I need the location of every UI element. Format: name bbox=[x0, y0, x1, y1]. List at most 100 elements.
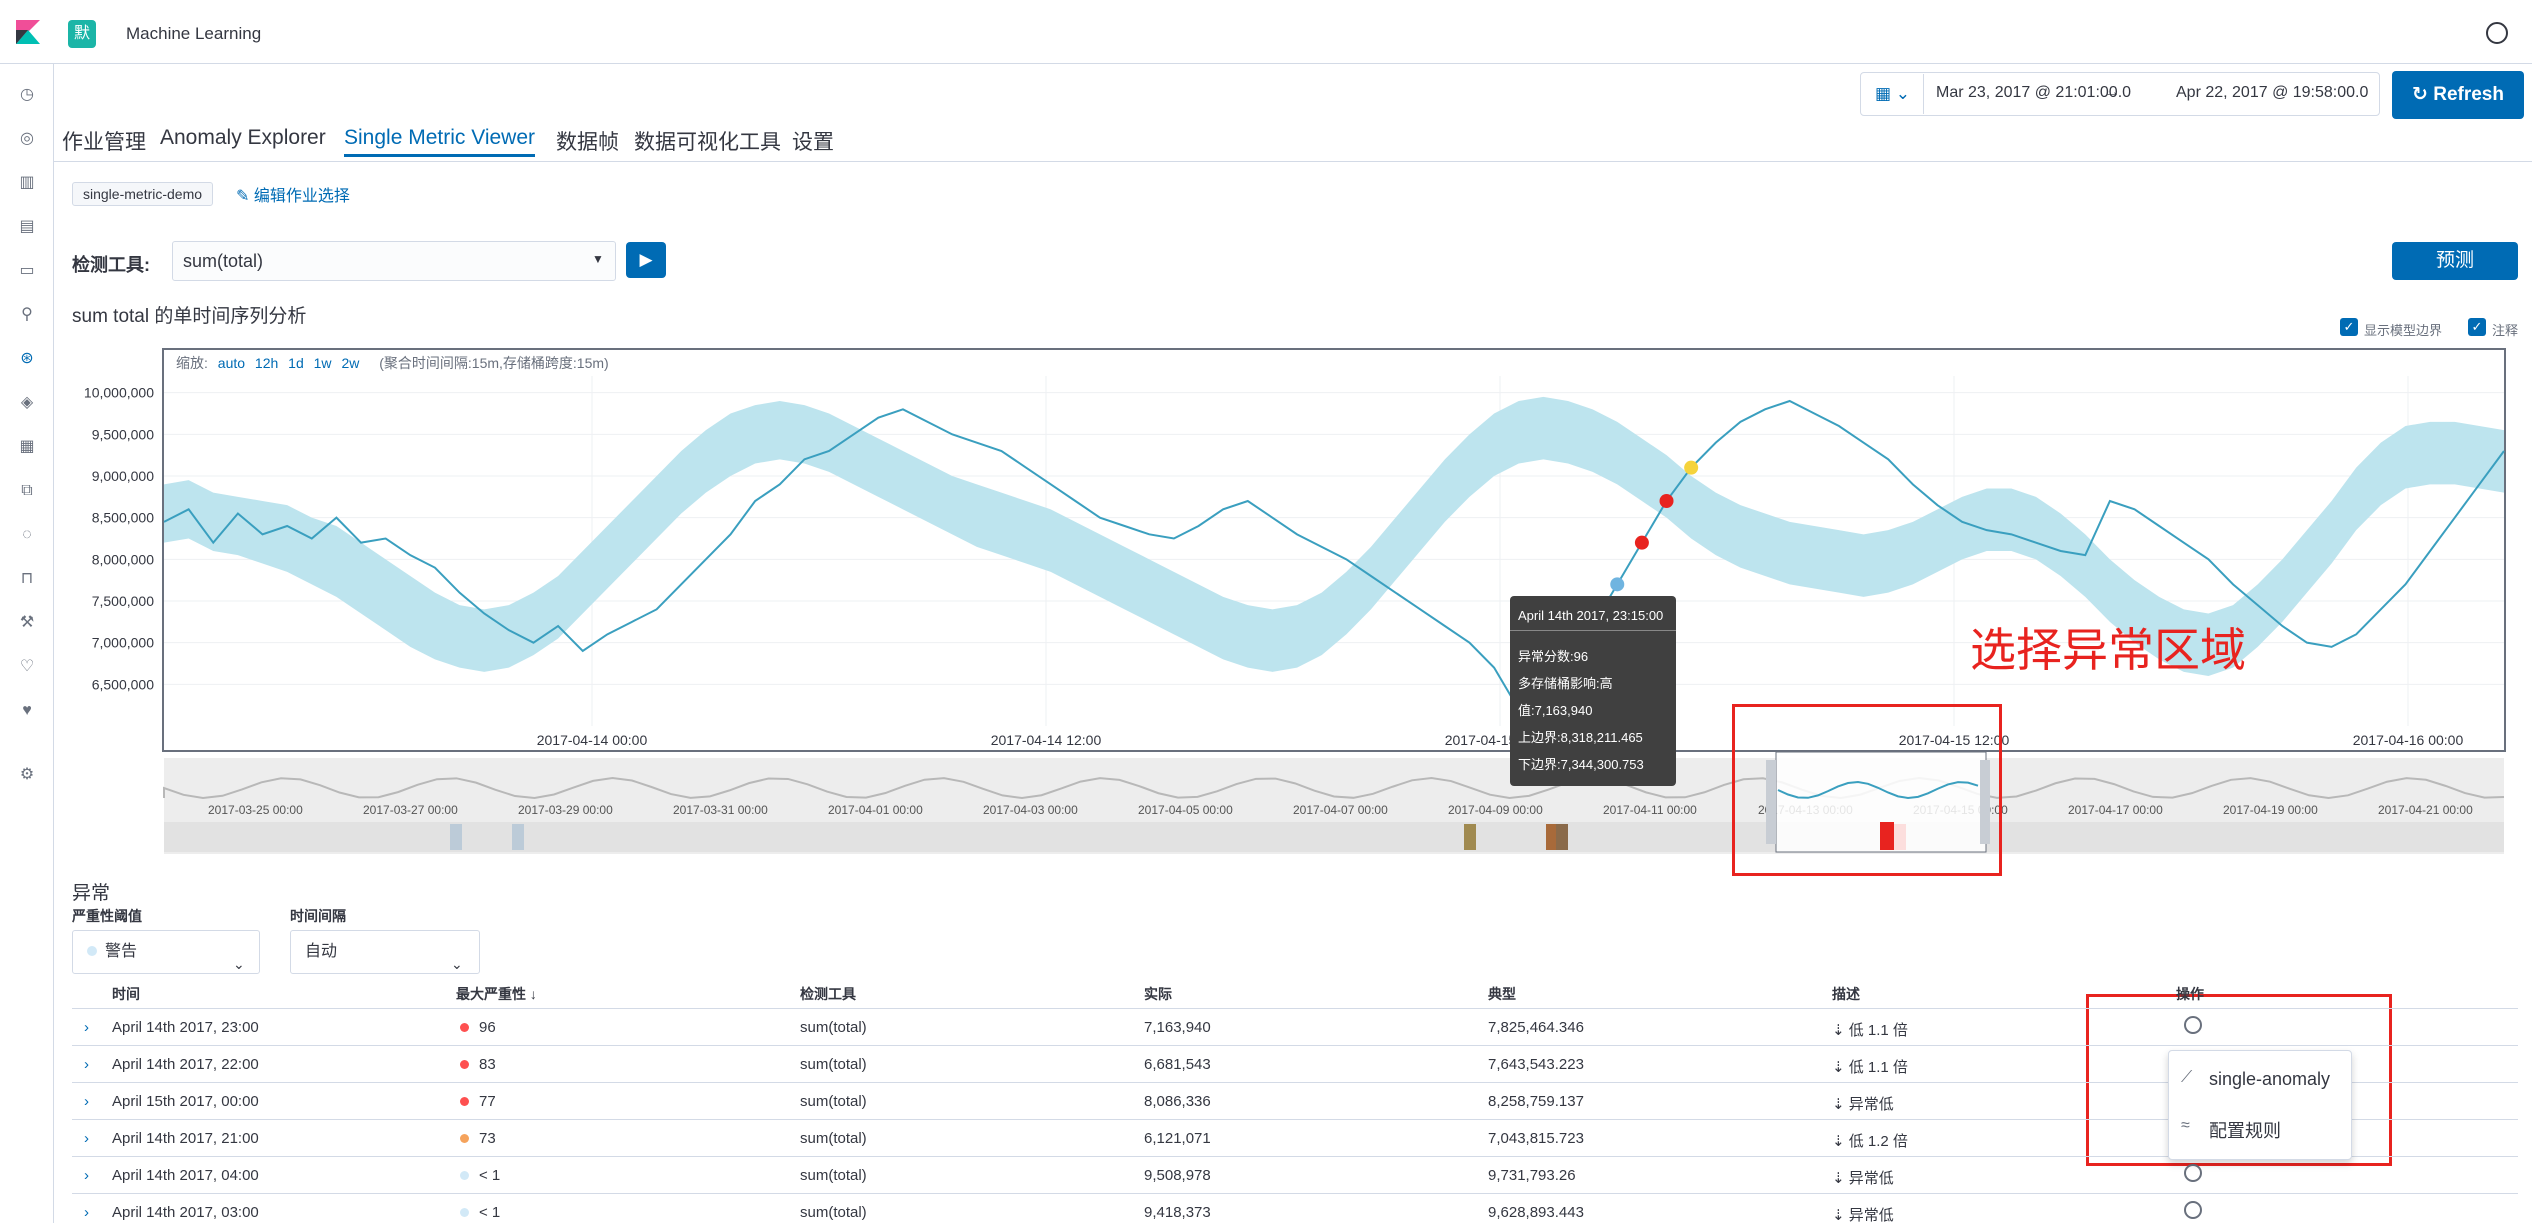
description-text: 低 1.1 倍 bbox=[1848, 1059, 1908, 1076]
severity-dot bbox=[460, 1134, 469, 1143]
down-arrow-icon: ⇣ bbox=[1832, 1133, 1849, 1150]
expand-chevron-icon[interactable]: › bbox=[84, 1204, 89, 1221]
cell-description: ⇣ 低 1.1 倍 bbox=[1832, 1056, 1908, 1077]
cell-actual: 6,121,071 bbox=[1144, 1130, 1211, 1147]
severity-value: 警告 bbox=[105, 943, 138, 960]
description-text: 异常低 bbox=[1848, 1170, 1894, 1187]
y-tick-label: 9,500,000 bbox=[92, 426, 154, 442]
cell-detector: sum(total) bbox=[800, 1167, 867, 1184]
chart-tooltip: April 14th 2017, 23:15:00 异常分数:96 多存储桶影响… bbox=[1510, 596, 1676, 786]
menu-item-configure-rules[interactable]: 配置规则 bbox=[2209, 1117, 2281, 1143]
actions-popover: ⟋ single-anomaly ≈ 配置规则 bbox=[2168, 1050, 2352, 1160]
down-arrow-icon: ⇣ bbox=[1832, 1207, 1849, 1223]
description-text: 低 1.2 倍 bbox=[1848, 1133, 1908, 1150]
description-text: 低 1.1 倍 bbox=[1848, 1022, 1908, 1039]
cell-detector: sum(total) bbox=[800, 1019, 867, 1036]
anomaly-marker bbox=[1634, 535, 1649, 550]
cell-description: ⇣ 异常低 bbox=[1832, 1093, 1894, 1114]
y-tick-label: 9,000,000 bbox=[92, 468, 154, 484]
cell-description: ⇣ 低 1.1 倍 bbox=[1832, 1019, 1908, 1040]
gear-icon[interactable] bbox=[2184, 1201, 2202, 1219]
chart-svg: 10,000,000 9,500,000 9,000,000 8,500,000 8,0… bbox=[84, 376, 2505, 854]
x-tick-label: 2017-04-16 00:00 bbox=[2353, 732, 2464, 748]
severity-dot bbox=[87, 946, 97, 956]
table-row[interactable]: › April 14th 2017, 23:00 96 sum(total) 7,163… bbox=[72, 1008, 2518, 1045]
cell-time: April 14th 2017, 22:00 bbox=[112, 1056, 259, 1073]
gear-icon[interactable] bbox=[2184, 1164, 2202, 1182]
table-row[interactable]: › April 14th 2017, 22:00 83 sum(total) 6,681… bbox=[72, 1045, 2518, 1082]
cell-typical: 7,643,543.223 bbox=[1488, 1056, 1584, 1073]
cell-typical: 7,043,815.723 bbox=[1488, 1130, 1584, 1147]
cell-actual: 9,418,373 bbox=[1144, 1204, 1211, 1221]
severity-dot bbox=[460, 1171, 469, 1180]
x-tick-label: 2017-04-14 00:00 bbox=[537, 732, 648, 748]
severity-dot bbox=[460, 1208, 469, 1217]
table-row[interactable]: › April 14th 2017, 04:00 < 1 sum(total) 9,50… bbox=[72, 1156, 2518, 1193]
cell-time: April 14th 2017, 04:00 bbox=[112, 1167, 259, 1184]
cell-actual: 7,163,940 bbox=[1144, 1019, 1211, 1036]
gear-icon[interactable] bbox=[2184, 1016, 2202, 1034]
context-tick-label: 2017-03-31 00:00 bbox=[673, 803, 768, 817]
severity-score: < 1 bbox=[479, 1204, 501, 1221]
col-severity[interactable]: 最大严重性 ↓ bbox=[456, 984, 537, 1004]
cell-severity: 96 bbox=[460, 1019, 496, 1036]
anomaly-marker bbox=[1610, 577, 1625, 592]
col-actions: 操作 bbox=[2176, 986, 2204, 1002]
cell-description: ⇣ 低 1.2 倍 bbox=[1832, 1130, 1908, 1151]
y-tick-label: 6,500,000 bbox=[92, 676, 154, 692]
cell-description: ⇣ 异常低 bbox=[1832, 1167, 1894, 1188]
cell-typical: 8,258,759.137 bbox=[1488, 1093, 1584, 1110]
severity-dot bbox=[460, 1060, 469, 1069]
interval-select[interactable]: 自动 ⌄ bbox=[290, 930, 480, 974]
cell-typical: 7,825,464.346 bbox=[1488, 1019, 1584, 1036]
col-description[interactable]: 描述 bbox=[1832, 984, 1860, 1004]
sort-arrow-icon: ↓ bbox=[529, 986, 537, 1002]
tooltip-score: 异常分数:96 bbox=[1518, 649, 1589, 664]
severity-dot bbox=[460, 1097, 469, 1106]
tooltip-title: April 14th 2017, 23:15:00 bbox=[1518, 608, 1664, 623]
anomalies-title: 异常 bbox=[72, 883, 111, 904]
chart-line-icon: ⟋ bbox=[2181, 1069, 2193, 1086]
description-text: 异常低 bbox=[1848, 1096, 1894, 1113]
context-tick-label: 2017-03-29 00:00 bbox=[518, 803, 613, 817]
x-tick-label: 2017-04-14 12:00 bbox=[991, 732, 1102, 748]
swimlane-cell bbox=[450, 824, 462, 850]
cell-typical: 9,628,893.443 bbox=[1488, 1204, 1584, 1221]
table-row[interactable]: › April 15th 2017, 00:00 77 sum(total) 8,086… bbox=[72, 1082, 2518, 1119]
cell-severity: 73 bbox=[460, 1130, 496, 1147]
expand-chevron-icon[interactable]: › bbox=[84, 1167, 89, 1184]
down-arrow-icon: ⇣ bbox=[1832, 1096, 1849, 1113]
severity-score: 73 bbox=[479, 1130, 496, 1147]
col-time[interactable]: 时间 bbox=[112, 984, 140, 1004]
table-row[interactable]: › April 14th 2017, 21:00 73 sum(total) 6,121… bbox=[72, 1119, 2518, 1156]
severity-label: 严重性阈值 bbox=[72, 908, 142, 924]
expand-chevron-icon[interactable]: › bbox=[84, 1056, 89, 1073]
expand-chevron-icon[interactable]: › bbox=[84, 1130, 89, 1147]
tooltip-impact: 多存储桶影响:高 bbox=[1518, 676, 1613, 691]
down-arrow-icon: ⇣ bbox=[1832, 1022, 1849, 1039]
y-tick-label: 7,500,000 bbox=[92, 593, 154, 609]
menu-item-single-anomaly[interactable]: single-anomaly bbox=[2209, 1069, 2330, 1090]
col-detector[interactable]: 检测工具 bbox=[800, 984, 856, 1004]
severity-dot bbox=[460, 1023, 469, 1032]
cell-severity: 83 bbox=[460, 1056, 496, 1073]
severity-score: < 1 bbox=[479, 1167, 501, 1184]
expand-chevron-icon[interactable]: › bbox=[84, 1019, 89, 1036]
chevron-down-icon: ⌄ bbox=[233, 956, 245, 972]
tooltip-divider bbox=[1510, 630, 1676, 631]
context-tick-label: 2017-04-19 00:00 bbox=[2223, 803, 2318, 817]
cell-actual: 6,681,543 bbox=[1144, 1056, 1211, 1073]
highlight-box-selection bbox=[1732, 704, 2002, 876]
col-severity-label: 最大严重性 bbox=[456, 986, 526, 1002]
severity-select[interactable]: 警告 ⌄ bbox=[72, 930, 260, 974]
severity-score: 77 bbox=[479, 1093, 496, 1110]
cell-typical: 9,731,793.26 bbox=[1488, 1167, 1576, 1184]
swimlane-cell bbox=[1556, 824, 1568, 850]
anomaly-marker bbox=[1684, 460, 1699, 475]
interval-value: 自动 bbox=[305, 943, 338, 960]
col-typical[interactable]: 典型 bbox=[1488, 984, 1516, 1004]
col-actual[interactable]: 实际 bbox=[1144, 984, 1172, 1004]
context-tick-label: 2017-04-03 00:00 bbox=[983, 803, 1078, 817]
expand-chevron-icon[interactable]: › bbox=[84, 1093, 89, 1110]
table-row[interactable]: › April 14th 2017, 03:00 < 1 sum(total) 9,41… bbox=[72, 1193, 2518, 1223]
